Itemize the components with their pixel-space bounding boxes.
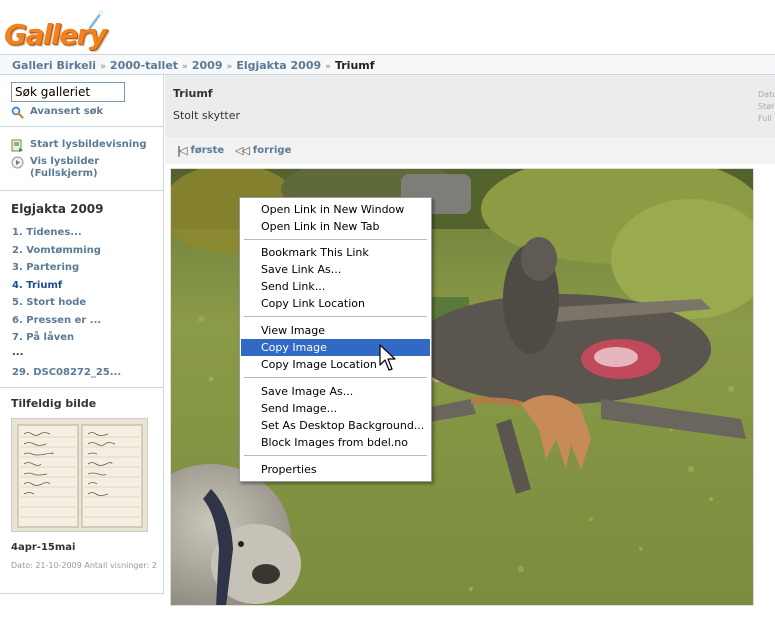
breadcrumb: Galleri Birkeli» 2000-tallet» 2009» Elgjakt… [0,54,775,75]
menu-item-send-link[interactable]: Send Link... [241,278,430,295]
menu-item-label: Send Link... [261,280,326,293]
menu-separator [244,455,427,456]
sidebar: Avansert søk Start lysbildevisning Vis l… [0,75,164,594]
sidebar-divider [0,387,163,388]
breadcrumb-link-galleri-birkeli[interactable]: Galleri Birkeli [12,59,96,72]
album-item[interactable]: 6. Pressen er ... [12,315,101,326]
menu-separator [244,316,427,317]
menu-item-send-image[interactable]: Send Image... [241,400,430,417]
previous-button[interactable]: ◁◁ forrige [235,144,291,157]
breadcrumb-separator: » [325,62,331,72]
album-item[interactable]: 2. Vomtømming [12,245,101,256]
menu-item-bookmark-link[interactable]: Bookmark This Link [241,244,430,261]
photo-meta-line: Dato [758,90,775,99]
album-item[interactable]: 29. DSC08272_25... [12,367,121,378]
album-item[interactable]: 1. Tidenes... [12,227,82,238]
album-item[interactable]: 3. Partering [12,262,79,273]
play-icon [11,156,24,169]
magnifier-icon [11,106,24,119]
breadcrumb-link-2000-tallet[interactable]: 2000-tallet [110,59,178,72]
photo-title: Triumf [173,87,213,100]
menu-item-save-link-as[interactable]: Save Link As... [241,261,430,278]
menu-item-label: View Image [261,324,326,337]
menu-item-label: Bookmark This Link [261,246,369,259]
menu-item-label: Save Image As... [261,385,354,398]
album-item-current: 4. Triumf [12,280,63,291]
fullscreen-label-line2: (Fullskjerm) [30,168,98,179]
menu-item-open-link-new-window[interactable]: Open Link in New Window [241,201,430,218]
random-image-thumbnail[interactable] [11,418,148,532]
slideshow-link[interactable]: Start lysbildevisning [11,139,147,152]
menu-item-open-link-new-tab[interactable]: Open Link in New Tab [241,218,430,235]
fullscreen-label-line1: Vis lysbilder [30,156,100,167]
menu-item-label: Send Image... [261,402,338,415]
album-item[interactable]: 5. Stort hode [12,297,86,308]
menu-item-label: Save Link As... [261,263,342,276]
menu-item-properties[interactable]: Properties [241,461,430,478]
sparkle-icon [88,10,104,30]
menu-separator [244,239,427,240]
first-button[interactable]: |◁ første [177,144,224,157]
photo-info: Triumf Stolt skytter Dato Stør Full [165,75,775,137]
menu-item-label: Copy Image [261,341,327,354]
breadcrumb-link-elgjakta-2009[interactable]: Elgjakta 2009 [236,59,321,72]
menu-item-copy-image-location[interactable]: Copy Image Location [241,356,430,373]
photo-navigation: |◁ første ◁◁ forrige [165,137,775,164]
gallery-logo[interactable]: Gallery [4,6,107,54]
menu-item-block-images[interactable]: Block Images from bdel.no [241,434,430,451]
menu-item-copy-link-location[interactable]: Copy Link Location [241,295,430,312]
album-item[interactable]: 7. På låven [12,332,74,343]
sidebar-divider [0,126,163,127]
notebook-image [12,419,147,531]
context-menu: Open Link in New Window Open Link in New… [239,197,432,482]
slideshow-label: Start lysbildevisning [30,139,147,150]
breadcrumb-separator: » [182,62,188,72]
menu-item-label: Copy Link Location [261,297,365,310]
first-label: første [190,145,225,156]
photo-description: Stolt skytter [173,109,241,122]
first-icon: |◁ [177,144,188,157]
breadcrumb-separator: » [100,62,106,72]
random-image-meta: Dato: 21-10-2009 Antall visninger: 2 [11,561,157,570]
breadcrumb-current: Triumf [334,59,375,72]
breadcrumb-link-2009[interactable]: 2009 [192,59,223,72]
advanced-search-label: Avansert søk [30,106,104,117]
menu-item-save-image-as[interactable]: Save Image As... [241,383,430,400]
previous-icon: ◁◁ [235,144,250,157]
album-item-ellipsis: ... [12,347,24,358]
menu-item-label: Block Images from bdel.no [261,436,409,449]
random-image-caption: 4apr-15mai [11,542,76,553]
fullscreen-slideshow-link[interactable]: Vis lysbilder (Fullskjerm) [11,156,99,180]
photo-meta-line: Stør [758,102,775,111]
advanced-search-link[interactable]: Avansert søk [11,106,103,119]
photo-meta-line: Full [758,114,772,123]
menu-item-copy-image[interactable]: Copy Image [241,339,430,356]
album-title: Elgjakta 2009 [11,202,104,216]
mouse-cursor-icon [379,344,396,371]
fullscreen-label: Vis lysbilder (Fullskjerm) [30,156,99,180]
menu-item-set-desktop-background[interactable]: Set As Desktop Background... [241,417,430,434]
breadcrumb-separator: » [226,62,233,72]
menu-item-view-image[interactable]: View Image [241,322,430,339]
search-input[interactable] [11,82,125,102]
menu-item-label: Copy Image Location [261,358,377,371]
previous-label: forrige [252,145,292,156]
menu-separator [244,377,427,378]
menu-item-label: Properties [261,463,317,476]
menu-item-label: Open Link in New Tab [261,220,380,233]
photo-meta: Dato Stør Full [758,89,775,125]
random-image-title: Tilfeldig bilde [11,397,97,410]
menu-item-label: Set As Desktop Background... [261,419,425,432]
sidebar-divider [0,190,163,191]
slideshow-icon [11,139,23,152]
menu-item-label: Open Link in New Window [261,203,405,216]
